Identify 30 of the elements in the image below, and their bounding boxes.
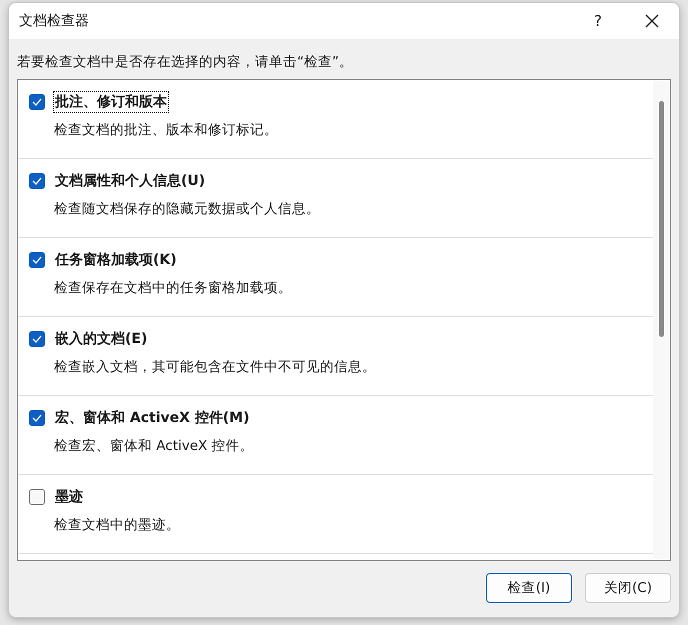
window-title: 文档检查器 — [19, 12, 90, 30]
close-dialog-button[interactable]: 关闭(C) — [585, 573, 671, 603]
inspect-button[interactable]: 检查(I) — [486, 573, 572, 603]
option-label[interactable]: 任务窗格加载项(K) — [53, 249, 179, 271]
option-description: 检查文档的批注、版本和修订标记。 — [54, 121, 279, 139]
option-label[interactable]: 批注、修订和版本 — [53, 91, 169, 113]
option-description: 检查宏、窗体和 ActiveX 控件。 — [54, 437, 255, 455]
close-icon — [645, 14, 659, 28]
instruction-text: 若要检查文档中是否存在选择的内容，请单击“检查”。 — [17, 53, 354, 72]
checkmark-icon — [32, 256, 42, 264]
checkmark-icon — [32, 414, 42, 422]
option-label[interactable]: 嵌入的文档(E) — [53, 328, 150, 350]
option-description: 检查随文档保存的隐藏元数据或个人信息。 — [54, 200, 321, 218]
checkbox[interactable] — [29, 252, 45, 268]
checkbox[interactable] — [29, 331, 45, 347]
checkbox[interactable] — [29, 489, 45, 505]
option-label[interactable]: 文档属性和个人信息(U) — [53, 170, 208, 192]
checkmark-icon — [32, 98, 42, 106]
checkbox[interactable] — [29, 173, 45, 189]
option-label[interactable]: 宏、窗体和 ActiveX 控件(M) — [53, 407, 252, 429]
scrollbar-thumb[interactable] — [659, 101, 664, 337]
checkbox[interactable] — [29, 94, 45, 110]
checkmark-icon — [32, 335, 42, 343]
option-description: 检查嵌入文档，其可能包含在文件中不可见的信息。 — [54, 358, 377, 376]
option-description: 检查保存在文档中的任务窗格加载项。 — [54, 279, 293, 297]
option-label[interactable]: 墨迹 — [53, 486, 85, 508]
option-description: 检查文档中的墨迹。 — [54, 516, 181, 534]
help-button[interactable]: ? — [571, 3, 625, 39]
checkmark-icon — [32, 177, 42, 185]
checkbox[interactable] — [29, 410, 45, 426]
